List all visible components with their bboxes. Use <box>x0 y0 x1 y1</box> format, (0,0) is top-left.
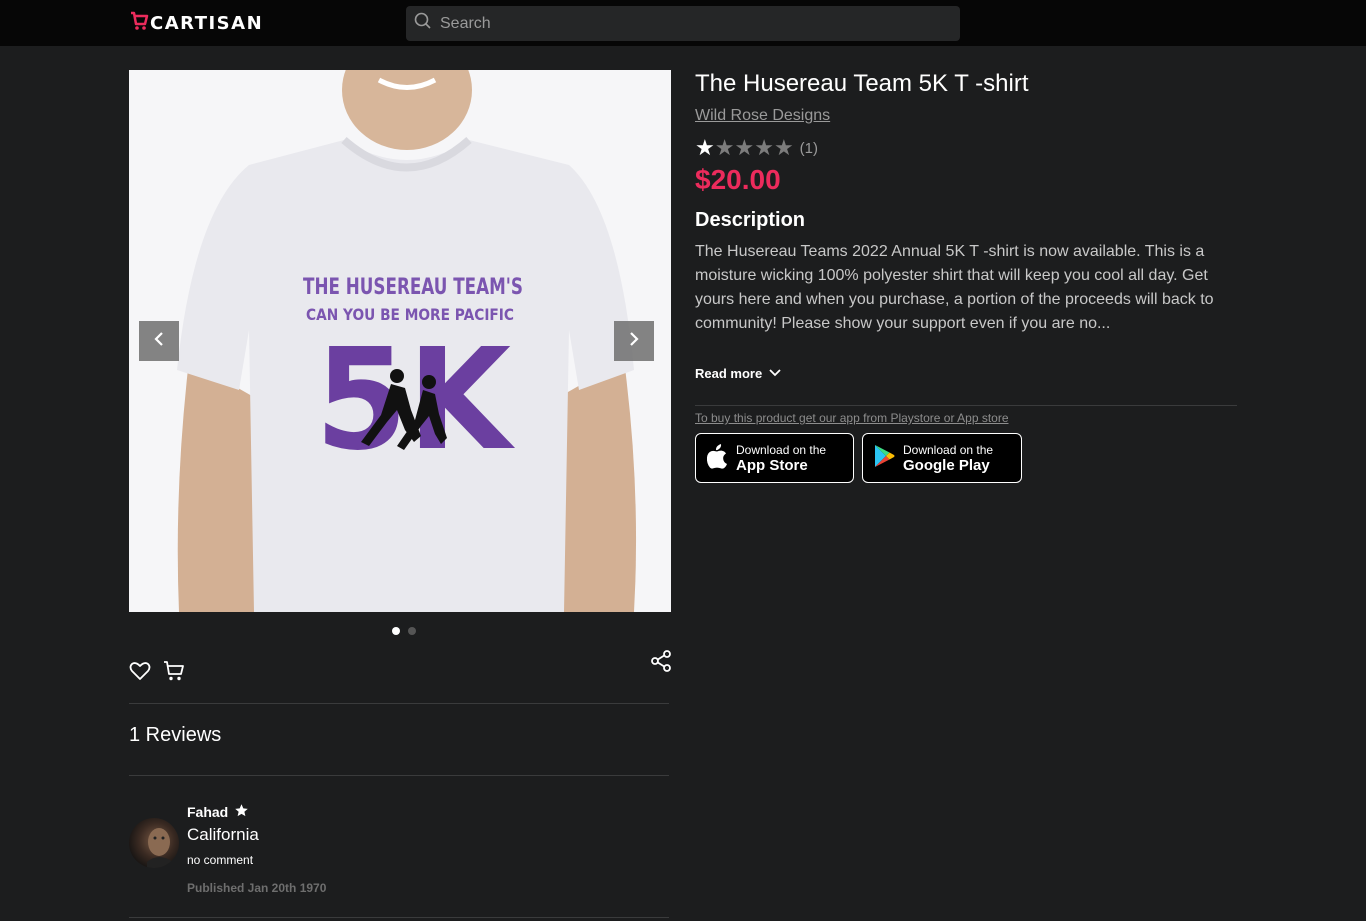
app-store-button[interactable]: Download on the App Store <box>695 433 854 483</box>
star-icon: ★ <box>714 135 735 160</box>
divider <box>129 775 669 776</box>
star-icon: ★ <box>754 135 774 160</box>
apple-icon <box>706 443 728 474</box>
product-image: THE HUSEREAU TEAM'S CAN YOU BE MORE PACI… <box>129 70 671 612</box>
description-text: The Husereau Teams 2022 Annual 5K T -shi… <box>695 243 1214 332</box>
shirt-print-line1: THE HUSEREAU TEAM'S <box>303 275 523 300</box>
reviewer-name-text: Fahad <box>187 804 229 820</box>
app-store-text: Download on the App Store <box>736 443 826 474</box>
product-title: The Husereau Team 5K T -shirt <box>695 70 1029 97</box>
divider <box>129 917 669 918</box>
gallery-dot[interactable] <box>392 627 400 635</box>
divider <box>129 703 669 704</box>
star-icon: ★ <box>773 135 794 160</box>
product-price: $20.00 <box>695 164 781 195</box>
reviews-heading: 1 Reviews <box>129 724 222 746</box>
divider <box>695 405 1237 406</box>
logo[interactable]: CARTISAN <box>129 10 263 37</box>
gallery-dots <box>392 627 416 635</box>
gallery-prev-button[interactable] <box>139 321 179 361</box>
search-icon <box>414 12 432 35</box>
description-heading: Description <box>695 209 806 231</box>
app-store-small-label: Download on the <box>736 442 827 457</box>
avatar <box>129 818 179 868</box>
google-play-button[interactable]: Download on the Google Play <box>862 433 1022 483</box>
review-comment: no comment <box>187 853 254 867</box>
logo-text: CARTISAN <box>150 13 264 34</box>
gallery-next-button[interactable] <box>614 321 654 361</box>
chevron-down-icon <box>768 366 782 381</box>
product-actions <box>129 660 185 687</box>
star-icon: ★ <box>734 135 755 160</box>
chevron-right-icon <box>627 331 641 352</box>
review-date: Published Jan 20th 1970 <box>187 881 327 895</box>
seller-link[interactable]: Wild Rose Designs <box>695 107 830 125</box>
star-icon: ★ <box>695 135 715 160</box>
search-bar[interactable] <box>406 6 960 41</box>
google-play-small-label: Download on the <box>903 442 994 457</box>
google-play-icon <box>873 444 895 473</box>
tshirt-image: THE HUSEREAU TEAM'S CAN YOU BE MORE PACI… <box>177 70 637 612</box>
rating-count: (1) <box>799 139 819 157</box>
cart-icon[interactable] <box>163 660 185 687</box>
top-bar: CARTISAN <box>0 0 1366 46</box>
read-more-button[interactable]: Read more <box>695 366 782 381</box>
product-rating: ★ ★ ★ ★ ★ (1) <box>695 137 818 159</box>
reviewer-name: Fahad <box>187 803 249 821</box>
star-icon <box>234 803 249 821</box>
heart-icon[interactable] <box>129 660 151 687</box>
gallery-dot[interactable] <box>408 627 416 635</box>
read-more-label: Read more <box>695 366 763 381</box>
google-play-big-label: Google Play <box>903 456 990 474</box>
shirt-print-5k: 5K <box>315 319 515 482</box>
chevron-left-icon <box>152 331 166 352</box>
google-play-text: Download on the Google Play <box>903 443 993 474</box>
app-download-note[interactable]: To buy this product get our app from Pla… <box>695 411 1009 425</box>
search-input[interactable] <box>440 14 940 33</box>
cart-logo-icon <box>129 10 149 37</box>
share-icon[interactable] <box>650 650 672 677</box>
app-store-big-label: App Store <box>736 456 808 474</box>
reviewer-location: California <box>187 825 259 844</box>
